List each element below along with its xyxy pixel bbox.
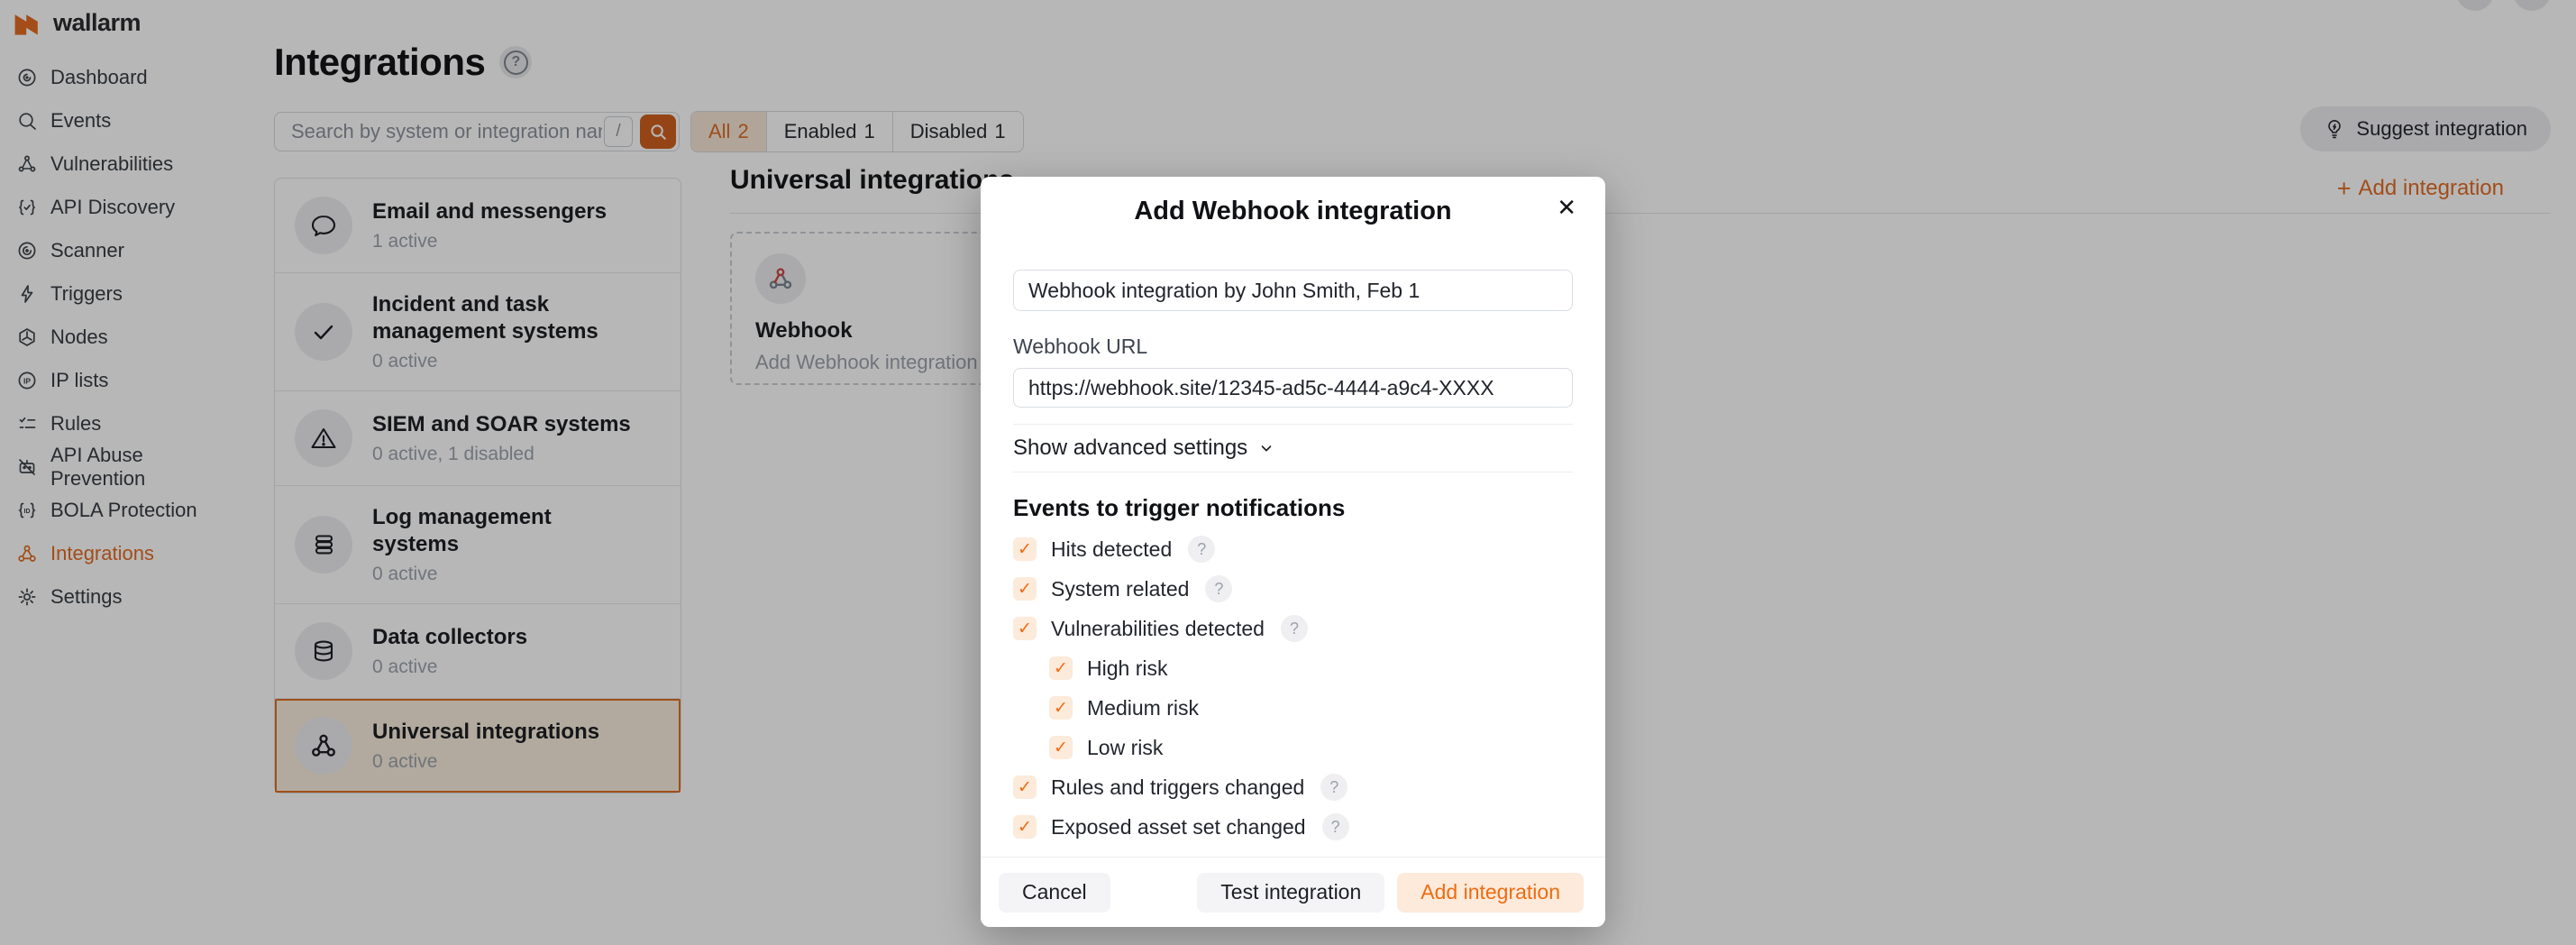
add-integration-button[interactable]: Add integration — [1397, 873, 1584, 913]
app-root: wallarm Dashboard Events Vulnerabilities… — [0, 0, 2576, 945]
event-system-related: ✓ System related ? — [1013, 574, 1573, 603]
add-webhook-modal: Add Webhook integration ✕ Webhook URL Sh… — [981, 177, 1605, 927]
integration-name-input[interactable] — [1013, 270, 1573, 311]
modal-title: Add Webhook integration — [981, 197, 1605, 226]
help-icon[interactable]: ? — [1322, 813, 1349, 840]
event-vulnerabilities-detected: ✓ Vulnerabilities detected ? — [1013, 614, 1573, 643]
event-hits-detected: ✓ Hits detected ? — [1013, 535, 1573, 564]
events-heading: Events to trigger notifications — [1013, 494, 1573, 522]
checkbox-checked[interactable]: ✓ — [1013, 617, 1037, 640]
webhook-url-input[interactable] — [1013, 368, 1573, 408]
modal-footer: Cancel Test integration Add integration — [981, 857, 1605, 927]
event-exposed-asset-set-changed: ✓ Exposed asset set changed ? — [1013, 812, 1573, 841]
event-rules-and-triggers-changed: ✓ Rules and triggers changed ? — [1013, 773, 1573, 802]
checkbox-checked[interactable]: ✓ — [1013, 577, 1037, 601]
chevron-down-icon — [1258, 440, 1274, 456]
checkbox-checked[interactable]: ✓ — [1013, 775, 1037, 799]
help-icon[interactable]: ? — [1205, 575, 1232, 602]
checkbox-checked[interactable]: ✓ — [1049, 736, 1073, 759]
help-icon[interactable]: ? — [1281, 615, 1308, 642]
checkbox-checked[interactable]: ✓ — [1013, 537, 1037, 561]
event-list: ✓ Hits detected ? ✓ System related ? ✓ V… — [1013, 535, 1573, 841]
checkbox-checked[interactable]: ✓ — [1013, 815, 1037, 839]
event-low-risk: ✓ Low risk — [1049, 733, 1573, 762]
help-icon[interactable]: ? — [1188, 536, 1215, 563]
checkbox-checked[interactable]: ✓ — [1049, 696, 1073, 720]
show-advanced-settings-toggle[interactable]: Show advanced settings — [1013, 425, 1573, 472]
close-icon[interactable]: ✕ — [1551, 193, 1582, 223]
test-integration-button[interactable]: Test integration — [1197, 873, 1384, 913]
help-icon[interactable]: ? — [1320, 774, 1347, 801]
webhook-url-label: Webhook URL — [1013, 335, 1573, 359]
cancel-button[interactable]: Cancel — [999, 873, 1110, 913]
event-high-risk: ✓ High risk — [1049, 654, 1573, 683]
event-medium-risk: ✓ Medium risk — [1049, 693, 1573, 722]
checkbox-checked[interactable]: ✓ — [1049, 656, 1073, 680]
